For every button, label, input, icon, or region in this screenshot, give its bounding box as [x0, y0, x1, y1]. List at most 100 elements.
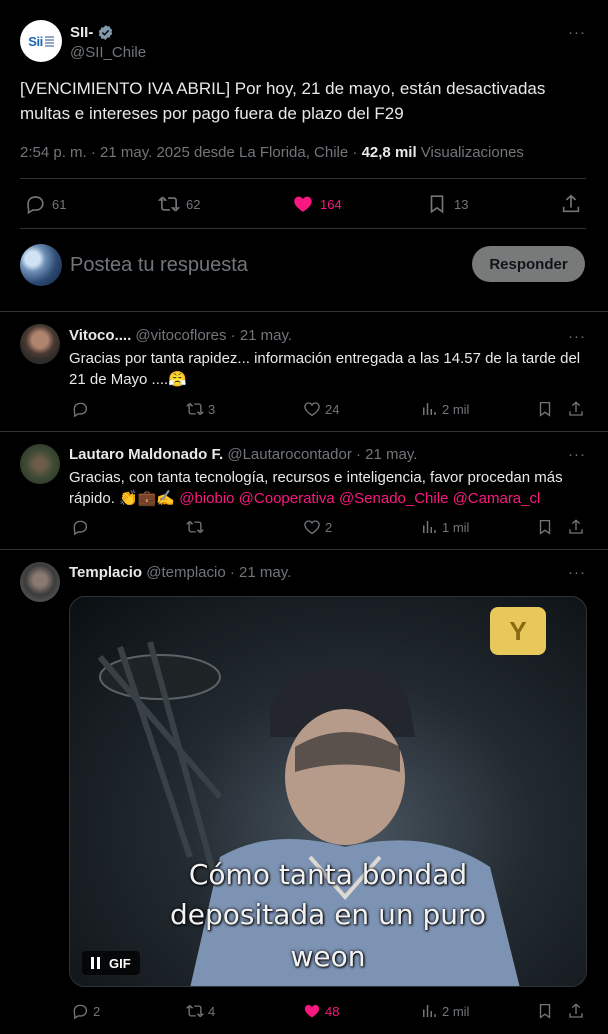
- reply-count: 2: [93, 1003, 101, 1019]
- pause-icon: [91, 957, 100, 969]
- reply-button[interactable]: 61: [24, 193, 66, 215]
- share-button[interactable]: [567, 400, 585, 418]
- more-options-icon[interactable]: ···: [568, 564, 586, 581]
- reply-submit-button[interactable]: Responder: [472, 246, 585, 282]
- share-button[interactable]: [560, 193, 582, 215]
- author-handle[interactable]: @SII_Chile: [70, 44, 146, 61]
- reply-author-name[interactable]: Vitoco....: [69, 327, 131, 344]
- reply-avatar[interactable]: [20, 562, 60, 602]
- like-count: 164: [320, 196, 342, 212]
- current-user-avatar[interactable]: [20, 244, 62, 286]
- views-label: Visualizaciones: [420, 144, 524, 161]
- views-count: 1 mil: [442, 519, 470, 535]
- more-options-icon[interactable]: ···: [568, 24, 586, 41]
- share-icon: [569, 519, 583, 534]
- reply-tweet[interactable]: Vitoco.... @vitocoflores · 21 may. ··· G…: [0, 312, 608, 432]
- divider: [20, 228, 586, 229]
- retweet-icon: [158, 196, 180, 212]
- more-options-icon[interactable]: ···: [568, 446, 586, 463]
- reply-composer: Postea tu respuesta Responder: [0, 236, 608, 296]
- reply-author-handle[interactable]: @vitocoflores: [135, 327, 226, 344]
- gif-caption-line: weon: [290, 940, 366, 973]
- reply-text: Gracias por tanta rapidez... información…: [69, 350, 581, 388]
- author-name-row[interactable]: SII-: [70, 24, 114, 41]
- reply-author-name[interactable]: Templacio: [69, 564, 142, 581]
- share-icon: [569, 1003, 583, 1018]
- sii-avatar[interactable]: Sii: [20, 20, 62, 62]
- reply-header: Vitoco.... @vitocoflores · 21 may.: [69, 327, 292, 344]
- gif-pause-badge[interactable]: GIF: [82, 951, 140, 975]
- views-button[interactable]: 1 mil: [420, 518, 469, 536]
- reply-icon: [27, 196, 44, 215]
- heart-icon: [304, 520, 320, 535]
- share-button[interactable]: [567, 518, 585, 536]
- like-button[interactable]: 164: [292, 193, 342, 215]
- author-name[interactable]: SII-: [70, 24, 93, 41]
- views-button[interactable]: 2 mil: [420, 1002, 469, 1020]
- reply-input[interactable]: Postea tu respuesta: [70, 254, 248, 277]
- reply-actions: 2 4 48 2 mil: [69, 1002, 589, 1022]
- reply-date[interactable]: · 21 may.: [356, 446, 417, 463]
- retweet-button[interactable]: 62: [158, 193, 200, 215]
- channel-logo-icon: Y: [490, 607, 546, 655]
- reply-avatar[interactable]: [20, 444, 60, 484]
- bookmark-button[interactable]: [536, 518, 554, 536]
- retweet-button[interactable]: [186, 518, 208, 536]
- reply-author-name[interactable]: Lautaro Maldonado F.: [69, 446, 223, 463]
- retweet-count: 4: [208, 1003, 216, 1019]
- sii-logo: Sii: [28, 33, 43, 49]
- reply-count: 61: [52, 196, 67, 212]
- like-count: 48: [325, 1003, 340, 1019]
- views-chart-icon: [423, 521, 436, 533]
- reply-actions: 2 1 mil: [69, 518, 589, 538]
- reply-date[interactable]: · 21 may.: [230, 564, 291, 581]
- more-options-icon[interactable]: ···: [568, 328, 586, 345]
- retweet-button[interactable]: 3: [186, 400, 215, 418]
- retweet-icon: [186, 1004, 204, 1018]
- tweet-text: [VENCIMIENTO IVA ABRIL] Por hoy, 21 de m…: [20, 79, 546, 123]
- heart-icon: [304, 402, 320, 417]
- retweet-count: 3: [208, 401, 216, 417]
- bookmark-button[interactable]: 13: [426, 193, 468, 215]
- views-chart-icon: [423, 403, 436, 415]
- reply-icon: [73, 520, 88, 536]
- retweet-icon: [186, 520, 204, 534]
- reply-header: Templacio @templacio · 21 may.: [69, 564, 291, 581]
- like-button[interactable]: 24: [303, 400, 339, 418]
- reply-button[interactable]: 2: [71, 1002, 100, 1020]
- heart-filled-icon: [304, 1005, 320, 1018]
- reply-button[interactable]: [71, 400, 93, 418]
- views-count: 2 mil: [442, 1003, 470, 1019]
- verified-badge-icon: [99, 25, 113, 40]
- like-button[interactable]: 2: [303, 518, 332, 536]
- bookmark-button[interactable]: [536, 400, 554, 418]
- share-button[interactable]: [567, 1002, 585, 1020]
- bookmark-icon: [430, 195, 444, 214]
- reply-author-handle[interactable]: @templacio: [146, 564, 225, 581]
- bookmark-button[interactable]: [536, 1002, 554, 1020]
- like-button[interactable]: 48: [303, 1002, 339, 1020]
- retweet-button[interactable]: 4: [186, 1002, 215, 1020]
- views-button[interactable]: 2 mil: [420, 400, 469, 418]
- mention-links[interactable]: @biobio @Cooperativa @Senado_Chile @Cama…: [179, 490, 540, 507]
- like-count: 24: [325, 401, 340, 417]
- reply-tweet[interactable]: Lautaro Maldonado F. @Lautarocontador · …: [0, 432, 608, 550]
- retweet-icon: [186, 402, 204, 416]
- gif-media[interactable]: Y Cómo tanta bondad depositada en un pur…: [69, 596, 587, 987]
- reply-avatar[interactable]: [20, 324, 60, 364]
- tweet-timestamp[interactable]: 2:54 p. m. · 21 may. 2025 desde La Flori…: [20, 144, 362, 161]
- bookmark-icon: [539, 1003, 551, 1019]
- reply-icon: [73, 402, 88, 418]
- share-icon: [569, 401, 583, 416]
- reply-button[interactable]: [71, 518, 93, 536]
- views-count: 2 mil: [442, 401, 470, 417]
- tweet-meta: 2:54 p. m. · 21 may. 2025 desde La Flori…: [20, 144, 524, 161]
- reply-text: Gracias, con tanta tecnología, recursos …: [69, 467, 589, 509]
- bookmark-count: 13: [454, 196, 469, 212]
- reply-author-handle[interactable]: @Lautarocontador: [227, 446, 351, 463]
- view-count: 42,8 mil: [361, 144, 417, 161]
- retweet-count: 62: [186, 196, 201, 212]
- gif-caption-line: depositada en un puro: [169, 898, 487, 931]
- reply-date[interactable]: · 21 may.: [231, 327, 292, 344]
- like-count: 2: [325, 519, 333, 535]
